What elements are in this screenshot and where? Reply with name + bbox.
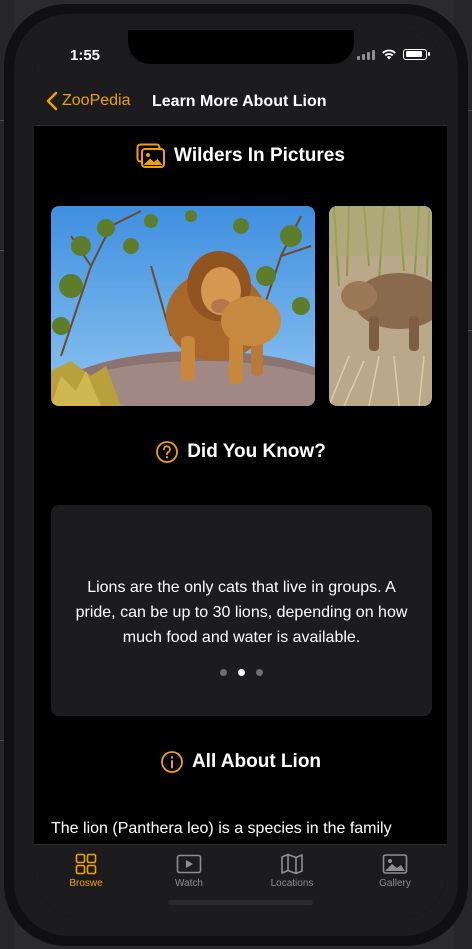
back-button-label: ZooPedia (62, 92, 131, 109)
page-indicator[interactable] (51, 669, 432, 676)
photo-icon (382, 854, 408, 874)
lion-on-rock-photo (51, 206, 315, 406)
grid-icon (75, 853, 97, 875)
page-title: Learn More About Lion (152, 93, 327, 110)
status-bar: 1:55 (34, 30, 447, 80)
fact-text: Lions are the only cats that live in gro… (75, 579, 408, 646)
tab-label: Watch (175, 878, 203, 889)
scroll-content[interactable]: Wilders In Pictures Did You Know? Lions … (34, 126, 447, 844)
did-you-know-heading-label: Did You Know? (187, 441, 326, 462)
about-heading: All About Lion (34, 750, 447, 774)
gallery-photo[interactable] (51, 206, 315, 406)
tab-label: Broswe (69, 878, 103, 889)
chevron-left-icon (46, 91, 58, 111)
wifi-icon (382, 49, 396, 60)
play-rectangle-icon (176, 854, 202, 874)
page-dot[interactable] (256, 669, 263, 676)
tab-browse[interactable]: Broswe (34, 853, 138, 889)
tab-bar: Broswe Watch Locations Gallery (34, 844, 447, 918)
question-circle-icon (156, 441, 179, 463)
gallery-photo[interactable] (329, 206, 432, 406)
tab-gallery[interactable]: Gallery (343, 853, 447, 889)
lion-cub-photo (329, 206, 432, 406)
home-indicator (168, 900, 313, 905)
battery-icon (403, 48, 430, 60)
tab-label: Locations (270, 878, 314, 889)
navigation-bar: ZooPedia Learn More About Lion (34, 80, 447, 126)
tab-locations[interactable]: Locations (240, 853, 344, 889)
app-screen: 1:55 ZooPedia Learn More About Lion Wild… (34, 30, 447, 918)
map-icon (281, 853, 303, 875)
status-time: 1:55 (70, 47, 101, 64)
page-dot[interactable] (220, 669, 227, 676)
page-dot[interactable] (238, 669, 245, 676)
cellular-signal-icon (357, 48, 375, 60)
gallery-heading: Wilders In Pictures (34, 143, 447, 169)
status-icons (357, 48, 430, 60)
did-you-know-heading: Did You Know? (34, 440, 447, 464)
gallery-heading-label: Wilders In Pictures (174, 145, 345, 166)
device-notch (128, 30, 354, 64)
info-circle-icon (161, 751, 183, 773)
fact-card[interactable]: Lions are the only cats that live in gro… (51, 505, 432, 716)
about-text: The lion (Panthera leo) is a species in … (51, 820, 392, 837)
about-heading-label: All About Lion (191, 751, 322, 772)
tab-label: Gallery (379, 878, 411, 889)
battery-level (405, 51, 422, 57)
photos-icon (136, 143, 166, 168)
tab-watch[interactable]: Watch (137, 853, 241, 889)
back-button[interactable]: ZooPedia (46, 91, 131, 111)
